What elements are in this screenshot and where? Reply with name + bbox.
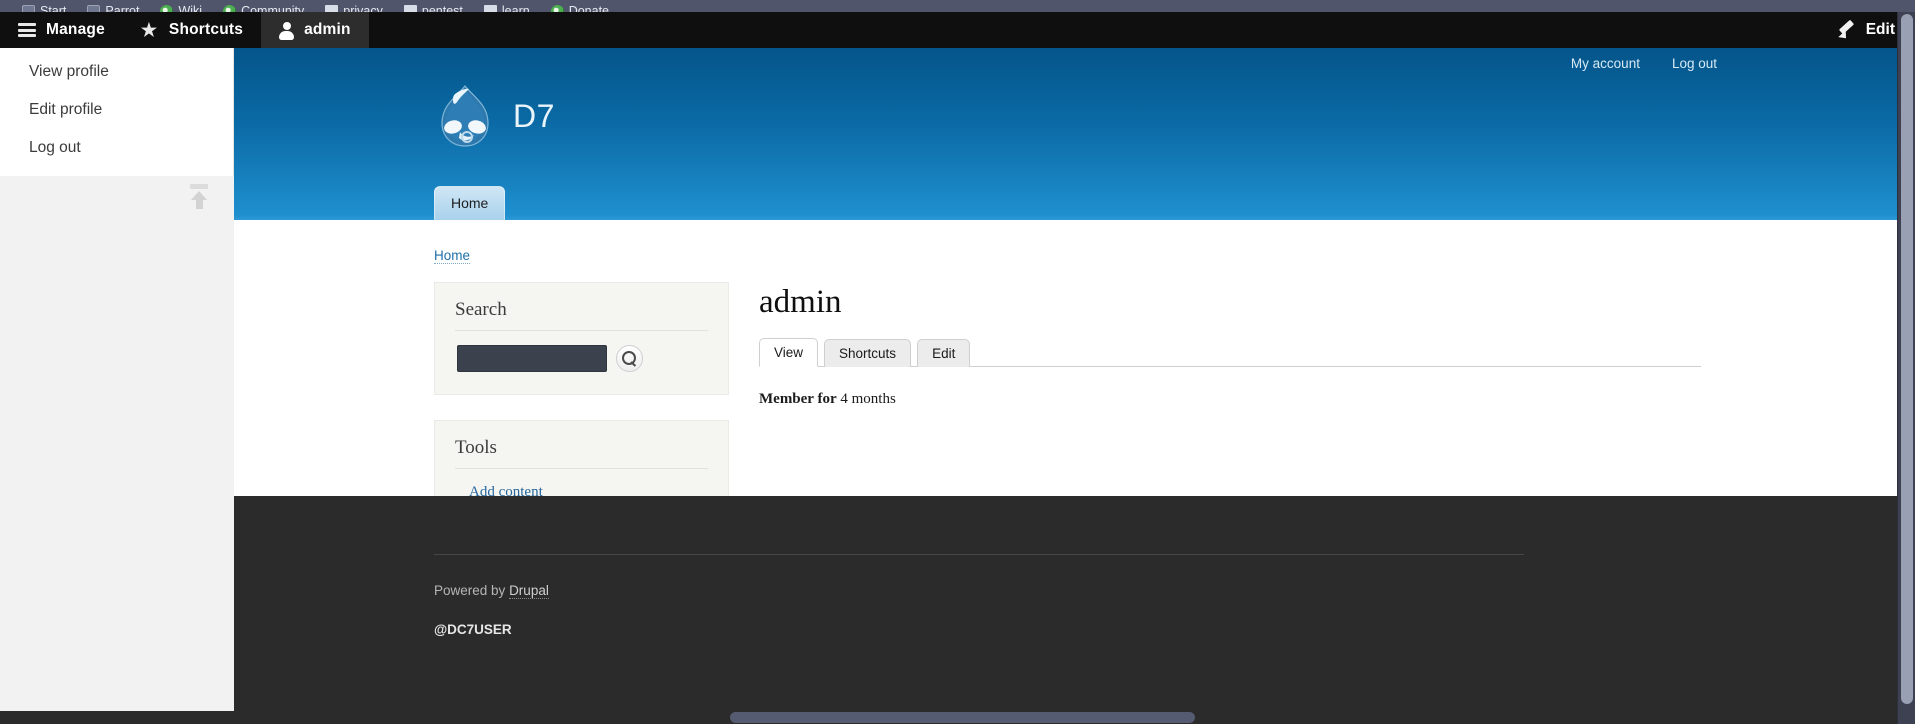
tray-item-edit-profile[interactable]: Edit profile [0, 91, 233, 129]
search-form [455, 345, 708, 372]
tab-edit[interactable]: Edit [917, 339, 971, 367]
bookmark-item[interactable]: pentest [403, 0, 463, 12]
bookmark-item[interactable]: learn [483, 0, 530, 12]
bookmark-label: pentest [421, 4, 463, 12]
melon-icon [550, 4, 564, 12]
bookmark-item[interactable]: Donate [550, 0, 609, 12]
main-menu: Home [434, 186, 506, 220]
hamburger-icon [18, 23, 36, 37]
collapse-tray-icon[interactable] [186, 184, 212, 214]
local-tasks-tabs: View Shortcuts Edit [759, 337, 1701, 367]
admin-toolbar: Manage ★ Shortcuts admin Edit [0, 12, 1915, 48]
contextual-edit-label: Edit [1865, 21, 1895, 38]
toolbar-tab-manage-label: Manage [46, 21, 105, 38]
footer-divider [434, 554, 1524, 555]
bookmark-item[interactable]: Parrot [87, 0, 139, 12]
vertical-scrollbar[interactable] [1897, 12, 1915, 724]
person-icon [279, 21, 295, 40]
tray-item-view-profile[interactable]: View profile [0, 53, 233, 91]
horizontal-scrollbar[interactable] [0, 711, 1897, 724]
image-icon [22, 4, 35, 12]
bookmark-item[interactable]: Start [22, 0, 66, 12]
toolbar-tray: View profile Edit profile Log out [0, 48, 234, 724]
main-menu-item-home[interactable]: Home [434, 186, 506, 220]
folder-icon [403, 4, 417, 12]
melon-icon [160, 4, 174, 12]
browser-bookmarks-bar: Start Parrot Wiki Community privacy pent… [0, 0, 1915, 12]
member-for-row: Member for 4 months [759, 391, 1897, 408]
bookmark-label: privacy [343, 4, 383, 12]
breadcrumb-item-home[interactable]: Home [434, 248, 471, 264]
bookmark-item[interactable]: Wiki [160, 0, 202, 12]
search-icon [622, 351, 637, 366]
drupal-droplet-icon [436, 83, 494, 149]
tray-item-log-out[interactable]: Log out [0, 129, 233, 167]
folder-icon [483, 4, 497, 12]
tray-menu: View profile Edit profile Log out [0, 48, 233, 167]
site-page: My account Log out D7 Home Home Search T… [234, 48, 1897, 724]
my-account-link[interactable]: My account [1571, 56, 1640, 71]
member-for-label: Member for [759, 391, 837, 407]
star-icon: ★ [140, 20, 158, 40]
horizontal-scrollbar-thumb[interactable] [730, 712, 1195, 723]
page-title: admin [759, 284, 842, 320]
footer-handle: @DC7USER [434, 622, 512, 637]
bookmark-label: learn [501, 4, 530, 12]
bookmark-item[interactable]: privacy [325, 0, 383, 12]
folder-icon [325, 4, 339, 12]
bookmark-label: Start [40, 4, 67, 12]
powered-by-label: Powered by [434, 583, 506, 598]
site-branding[interactable]: D7 [436, 83, 555, 149]
pencil-icon [1838, 21, 1857, 40]
toolbar-tab-account-label: admin [304, 21, 351, 38]
bookmark-label: Donate [568, 4, 609, 12]
toolbar-tab-shortcuts[interactable]: ★ Shortcuts [123, 12, 261, 48]
toolbar-tab-shortcuts-label: Shortcuts [168, 21, 244, 38]
search-block-title: Search [455, 299, 708, 331]
log-out-link[interactable]: Log out [1672, 56, 1717, 71]
site-footer: Powered by Drupal @DC7USER [234, 496, 1897, 724]
site-header: My account Log out D7 Home [234, 48, 1897, 220]
member-for-value: 4 months [840, 391, 896, 407]
drupal-link[interactable]: Drupal [509, 583, 549, 599]
bookmark-label: Parrot [105, 4, 140, 12]
tray-empty-area [0, 176, 234, 724]
search-input[interactable] [457, 345, 607, 372]
search-submit-button[interactable] [616, 345, 643, 372]
bookmark-item[interactable]: Community [223, 0, 304, 12]
toolbar-tab-account[interactable]: admin [261, 12, 369, 48]
tab-view[interactable]: View [759, 338, 819, 367]
tools-block-title: Tools [455, 437, 708, 469]
image-icon [87, 4, 101, 12]
bookmark-label: Wiki [178, 4, 203, 12]
tab-shortcuts[interactable]: Shortcuts [824, 339, 912, 367]
search-block: Search [434, 282, 729, 395]
site-name: D7 [513, 97, 555, 134]
powered-by-row: Powered by Drupal [434, 583, 1524, 599]
screen: Start Parrot Wiki Community privacy pent… [0, 0, 1915, 724]
secondary-user-menu: My account Log out [1571, 56, 1717, 71]
vertical-scrollbar-thumb[interactable] [1901, 14, 1913, 704]
bookmark-label: Community [241, 4, 305, 12]
melon-icon [223, 4, 237, 12]
breadcrumb: Home [234, 220, 1897, 264]
toolbar-tab-manage[interactable]: Manage [0, 12, 123, 48]
